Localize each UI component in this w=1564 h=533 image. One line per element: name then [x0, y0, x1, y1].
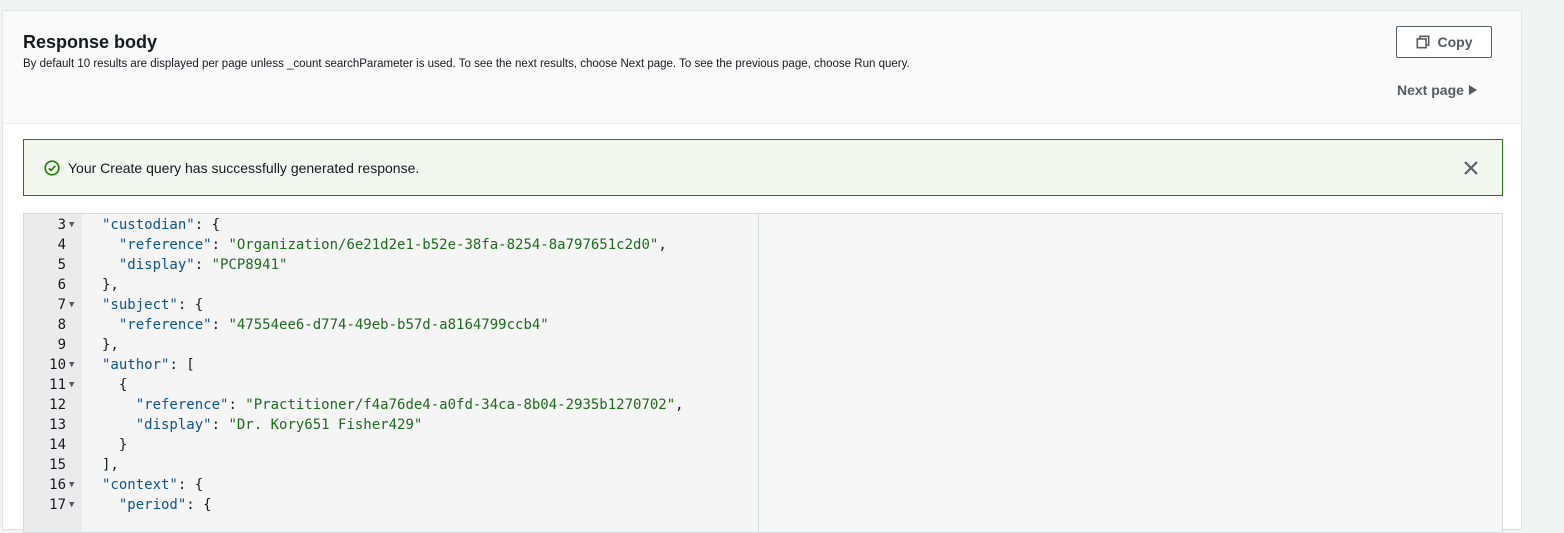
line-number: 6 — [57, 277, 66, 293]
line-number: 11 — [49, 377, 66, 393]
line-number: 15 — [49, 457, 66, 473]
code-line: 5 "display": "PCP8941" — [24, 255, 758, 275]
code-text: } — [118, 437, 128, 453]
code-text: ], — [102, 457, 119, 473]
check-circle-icon — [44, 160, 60, 176]
code-line: 3 ▼ "custodian": { — [24, 215, 758, 235]
fold-toggle-icon[interactable]: ▼ — [69, 375, 74, 395]
line-number: 8 — [57, 317, 66, 333]
fold-toggle-icon[interactable]: ▼ — [69, 495, 74, 515]
code-line: 16 ▼ "context": { — [24, 475, 758, 495]
next-page-button[interactable]: Next page — [1397, 82, 1477, 98]
success-alert: Your Create query has successfully gener… — [23, 139, 1503, 196]
panel-header: Response body By default 10 results are … — [3, 11, 1521, 124]
line-number: 16 — [49, 477, 66, 493]
code-text: "display": "Dr. Kory651 Fisher429" — [135, 417, 423, 433]
code-editor[interactable]: 3 ▼ "custodian": {4 "reference": "Organizat… — [23, 213, 1503, 533]
code-line: 8 "reference": "47554ee6-d774-49eb-b57d-a… — [24, 315, 758, 335]
code-line: 15], — [24, 455, 758, 475]
copy-button[interactable]: Copy — [1396, 26, 1492, 58]
response-body-panel: Response body By default 10 results are … — [2, 10, 1522, 533]
code-text: { — [118, 377, 128, 393]
code-line: 7 ▼ "subject": { — [24, 295, 758, 315]
fold-toggle-icon[interactable]: ▼ — [69, 475, 74, 495]
code-line: 12 "reference": "Practitioner/f4a76de4-a0… — [24, 395, 758, 415]
code-line: 11 ▼ { — [24, 375, 758, 395]
line-number: 14 — [49, 437, 66, 453]
copy-button-label: Copy — [1437, 34, 1473, 50]
code-text: }, — [102, 337, 119, 353]
line-number: 3 — [57, 217, 66, 233]
code-text: "display": "PCP8941" — [118, 257, 288, 273]
line-number: 9 — [57, 337, 66, 353]
line-number: 10 — [49, 357, 66, 373]
fold-toggle-icon[interactable]: ▼ — [69, 215, 74, 235]
code-text: "custodian": { — [102, 217, 221, 233]
line-number: 17 — [49, 497, 66, 513]
code-text: "context": { — [102, 477, 204, 493]
line-number: 13 — [49, 417, 66, 433]
blank-pane — [759, 214, 1502, 532]
line-number: 5 — [57, 257, 66, 273]
code-line: 9}, — [24, 335, 758, 355]
copy-icon — [1416, 35, 1429, 49]
close-icon[interactable] — [1462, 159, 1480, 177]
code-line: 6}, — [24, 275, 758, 295]
panel-title: Response body — [23, 32, 158, 52]
code-line: 4 "reference": "Organization/6e21d2e1-b52… — [24, 235, 758, 255]
code-line: 14} — [24, 435, 758, 455]
code-line: 13 "display": "Dr. Kory651 Fisher429" — [24, 415, 758, 435]
code-text: "reference": "47554ee6-d774-49eb-b57d-a8… — [118, 317, 549, 333]
line-number: 12 — [49, 397, 66, 413]
code-text: "reference": "Organization/6e21d2e1-b52e… — [118, 237, 667, 253]
line-number: 7 — [57, 297, 66, 313]
panel-description: By default 10 results are displayed per … — [23, 58, 910, 70]
fold-toggle-icon[interactable]: ▼ — [69, 295, 74, 315]
code-text: "reference": "Practitioner/f4a76de4-a0fd… — [135, 397, 684, 413]
code-text: "subject": { — [102, 297, 204, 313]
fold-toggle-icon[interactable]: ▼ — [69, 355, 74, 375]
next-page-label: Next page — [1397, 82, 1464, 98]
caret-right-icon — [1468, 85, 1477, 95]
code-text: }, — [102, 277, 119, 293]
code-line: 10 ▼ "author": [ — [24, 355, 758, 375]
line-number: 4 — [57, 237, 66, 253]
alert-message: Your Create query has successfully gener… — [68, 160, 420, 176]
code-text: "period": { — [118, 497, 212, 513]
code-text: "author": [ — [102, 357, 195, 373]
code-line: 17 ▼ "period": { — [24, 495, 758, 515]
